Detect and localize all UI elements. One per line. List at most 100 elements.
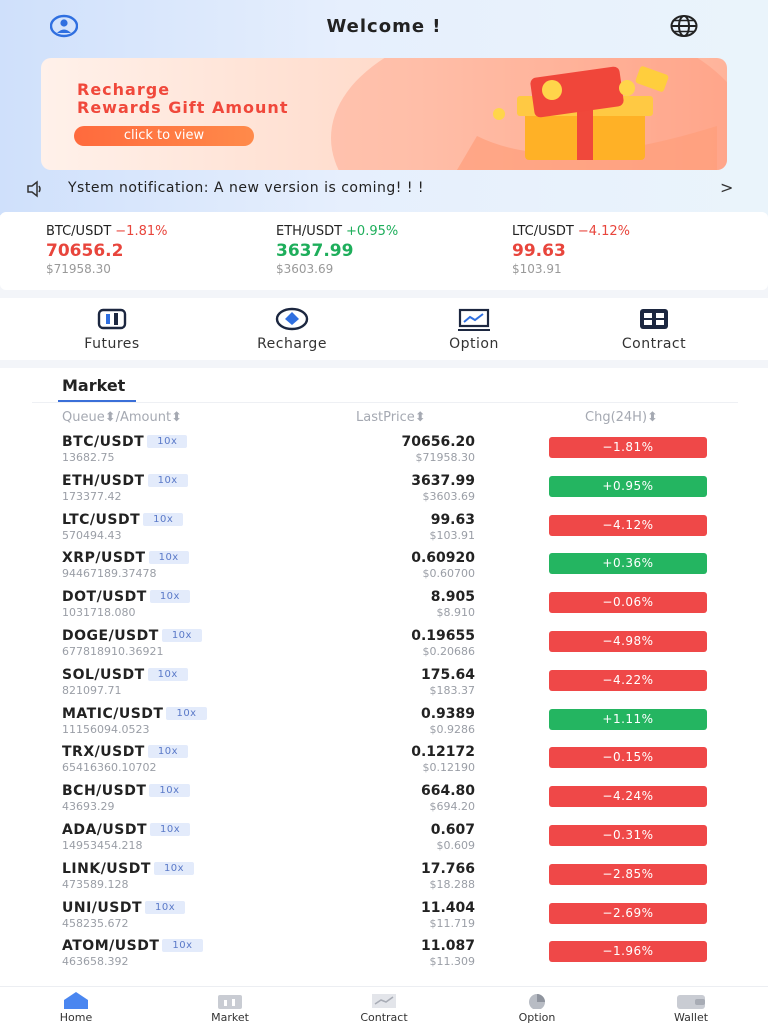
table-row[interactable]: DOGE/USDT 10x 677818910.36921 0.19655 $0.206… (0, 628, 768, 667)
chevron-right-icon[interactable]: > (720, 178, 733, 197)
table-row[interactable]: TRX/USDT 10x 65416360.10702 0.12172 $0.12190… (0, 744, 768, 783)
col-queue-amount[interactable]: Queue⬍/Amount⬍ (62, 410, 182, 425)
pair-name: ETH/USDT (62, 472, 145, 489)
change-badge[interactable]: −4.98% (549, 631, 707, 652)
change-badge[interactable]: −4.22% (549, 669, 707, 691)
pair-amount: 458235.672 (62, 916, 129, 930)
table-row[interactable]: MATIC/USDT 10x 11156094.0523 0.9389 $0.9286 +… (0, 706, 768, 745)
table-row[interactable]: XRP/USDT 10x 94467189.37478 0.60920 $0.60700… (0, 550, 768, 589)
pair-amount: 14953454.218 (62, 839, 143, 852)
change-badge[interactable]: −4.24% (549, 786, 707, 808)
ticker-price: 99.63 (512, 241, 566, 261)
tab-wallet-nav[interactable]: Wallet (641, 991, 741, 1024)
table-row[interactable]: LINK/USDT 10x 473589.128 17.766 $18.288 −2.85… (0, 861, 768, 900)
last-price-usd: $103.91 (429, 528, 476, 542)
leverage-badge: 10x (143, 512, 184, 526)
ticker-change: −4.12% (577, 224, 631, 239)
table-row[interactable]: ADA/USDT 10x 14953454.218 0.607 $0.609 −0.31% (0, 822, 768, 861)
table-row[interactable]: BTC/USDT 10x 13682.75 70656.20 $71958.30 −1.8… (0, 434, 768, 473)
globe-icon[interactable] (670, 12, 698, 40)
change-badge[interactable]: −1.81% (549, 437, 707, 458)
last-price-usd: $18.288 (429, 877, 476, 891)
change-badge[interactable]: −0.06% (549, 592, 707, 614)
ticker-pair: ETH/USDT (276, 224, 343, 239)
tab-home[interactable]: Home (26, 991, 126, 1024)
ticker-btc[interactable]: BTC/USDT −1.81% 70656.2 $71958.30 (46, 224, 286, 276)
change-badge[interactable]: −1.96% (549, 941, 707, 963)
recharge-icon (275, 307, 309, 331)
table-row[interactable]: LTC/USDT 10x 570494.43 99.63 $103.91 −4.12% (0, 512, 768, 551)
change-badge[interactable]: −2.69% (549, 902, 707, 924)
pair-amount: 1031718.080 (62, 606, 136, 620)
quick-contract[interactable]: Contract (574, 306, 734, 352)
pair-amount: 463658.392 (62, 955, 129, 969)
home-icon (64, 992, 88, 1009)
pair-symbol: XRP/USDT 10x (62, 550, 189, 566)
promo-banner[interactable]: Recharge Rewards Gift Amount click to vi… (41, 58, 727, 170)
ticker-price: 70656.2 (46, 241, 124, 261)
col-last-price[interactable]: LastPrice⬍ (356, 410, 426, 425)
quick-actions: Futures Recharge Option Contract (0, 298, 768, 360)
ticker-ltc[interactable]: LTC/USDT −4.12% 99.63 $103.91 (512, 224, 752, 276)
ticker-usd: $103.91 (512, 262, 562, 276)
change-badge[interactable]: −0.31% (549, 825, 707, 846)
tab-label: Home (59, 1011, 93, 1024)
tab-market[interactable]: Market (62, 376, 125, 395)
pair-symbol: BCH/USDT 10x (62, 783, 190, 799)
last-price-usd: $0.60700 (422, 567, 476, 581)
table-row[interactable]: ETH/USDT 10x 173377.42 3637.99 $3603.69 +0.95… (0, 473, 768, 512)
pair-name: XRP/USDT (62, 550, 146, 567)
ticker-strip: BTC/USDT −1.81% 70656.2 $71958.30 ETH/USD… (0, 212, 768, 290)
pair-symbol: BTC/USDT 10x (62, 434, 188, 450)
last-price-usd: $71958.30 (415, 451, 476, 464)
change-badge[interactable]: −2.85% (549, 863, 707, 885)
change-badge[interactable]: −4.12% (549, 514, 707, 536)
leverage-badge: 10x (147, 667, 188, 681)
leverage-badge: 10x (147, 745, 189, 759)
pair-amount: 94467189.37478 (62, 567, 157, 581)
pair-name: BCH/USDT (62, 783, 147, 800)
table-row[interactable]: DOT/USDT 10x 1031718.080 8.905 $8.910 −0.06% (0, 589, 768, 628)
leverage-badge: 10x (161, 629, 202, 642)
last-price: 11.087 (420, 938, 475, 955)
last-price: 70656.20 (401, 434, 475, 450)
header: Welcome ! (0, 0, 768, 52)
pair-name: SOL/USDT (62, 666, 145, 683)
col-change-24h[interactable]: Chg(24H)⬍ (585, 410, 658, 425)
leverage-badge: 10x (147, 473, 188, 487)
table-row[interactable]: SOL/USDT 10x 821097.71 175.64 $183.37 −4.22% (0, 667, 768, 706)
system-notification[interactable]: Ystem notification: A new version is com… (0, 176, 768, 202)
pair-symbol: ADA/USDT 10x (62, 822, 191, 838)
ticker-change: +0.95% (346, 224, 399, 239)
tab-market-nav[interactable]: Market (180, 991, 280, 1024)
page-title: Welcome ! (326, 15, 442, 37)
change-badge[interactable]: −0.15% (549, 747, 707, 769)
table-row[interactable]: ATOM/USDT 10x 463658.392 11.087 $11.309 −1.96… (0, 938, 768, 977)
last-price: 11.404 (420, 899, 475, 916)
market-panel: Market Queue⬍/Amount⬍ LastPrice⬍ Chg(24H… (0, 368, 768, 986)
market-icon (218, 995, 242, 1009)
table-row[interactable]: BCH/USDT 10x 43693.29 664.80 $694.20 −4.24% (0, 783, 768, 822)
change-badge[interactable]: +0.95% (549, 475, 707, 497)
last-price-usd: $8.910 (436, 606, 476, 620)
quick-label: Recharge (257, 336, 327, 352)
tab-contract-nav[interactable]: Contract (334, 991, 434, 1024)
table-row[interactable]: UNI/USDT 10x 458235.672 11.404 $11.719 −2.69% (0, 900, 768, 939)
tab-label: Market (211, 1011, 249, 1024)
pair-symbol: MATIC/USDT 10x (62, 706, 207, 722)
quick-option[interactable]: Option (394, 306, 554, 352)
notification-text: Ystem notification: A new version is com… (68, 180, 424, 196)
change-badge[interactable]: +1.11% (549, 708, 707, 730)
last-price: 3637.99 (411, 472, 475, 489)
change-badge[interactable]: +0.36% (549, 553, 707, 575)
tab-option-nav[interactable]: Option (487, 991, 587, 1024)
ticker-eth[interactable]: ETH/USDT +0.95% 3637.99 $3603.69 (276, 224, 516, 276)
quick-label: Option (449, 336, 499, 352)
last-price-usd: $0.609 (436, 839, 476, 852)
quick-recharge[interactable]: Recharge (212, 306, 372, 352)
tab-label: Contract (360, 1011, 408, 1024)
click-to-view-button[interactable]: click to view (74, 126, 254, 146)
quick-futures[interactable]: Futures (32, 306, 192, 352)
last-price-usd: $694.20 (429, 800, 476, 814)
user-icon[interactable] (50, 12, 78, 40)
